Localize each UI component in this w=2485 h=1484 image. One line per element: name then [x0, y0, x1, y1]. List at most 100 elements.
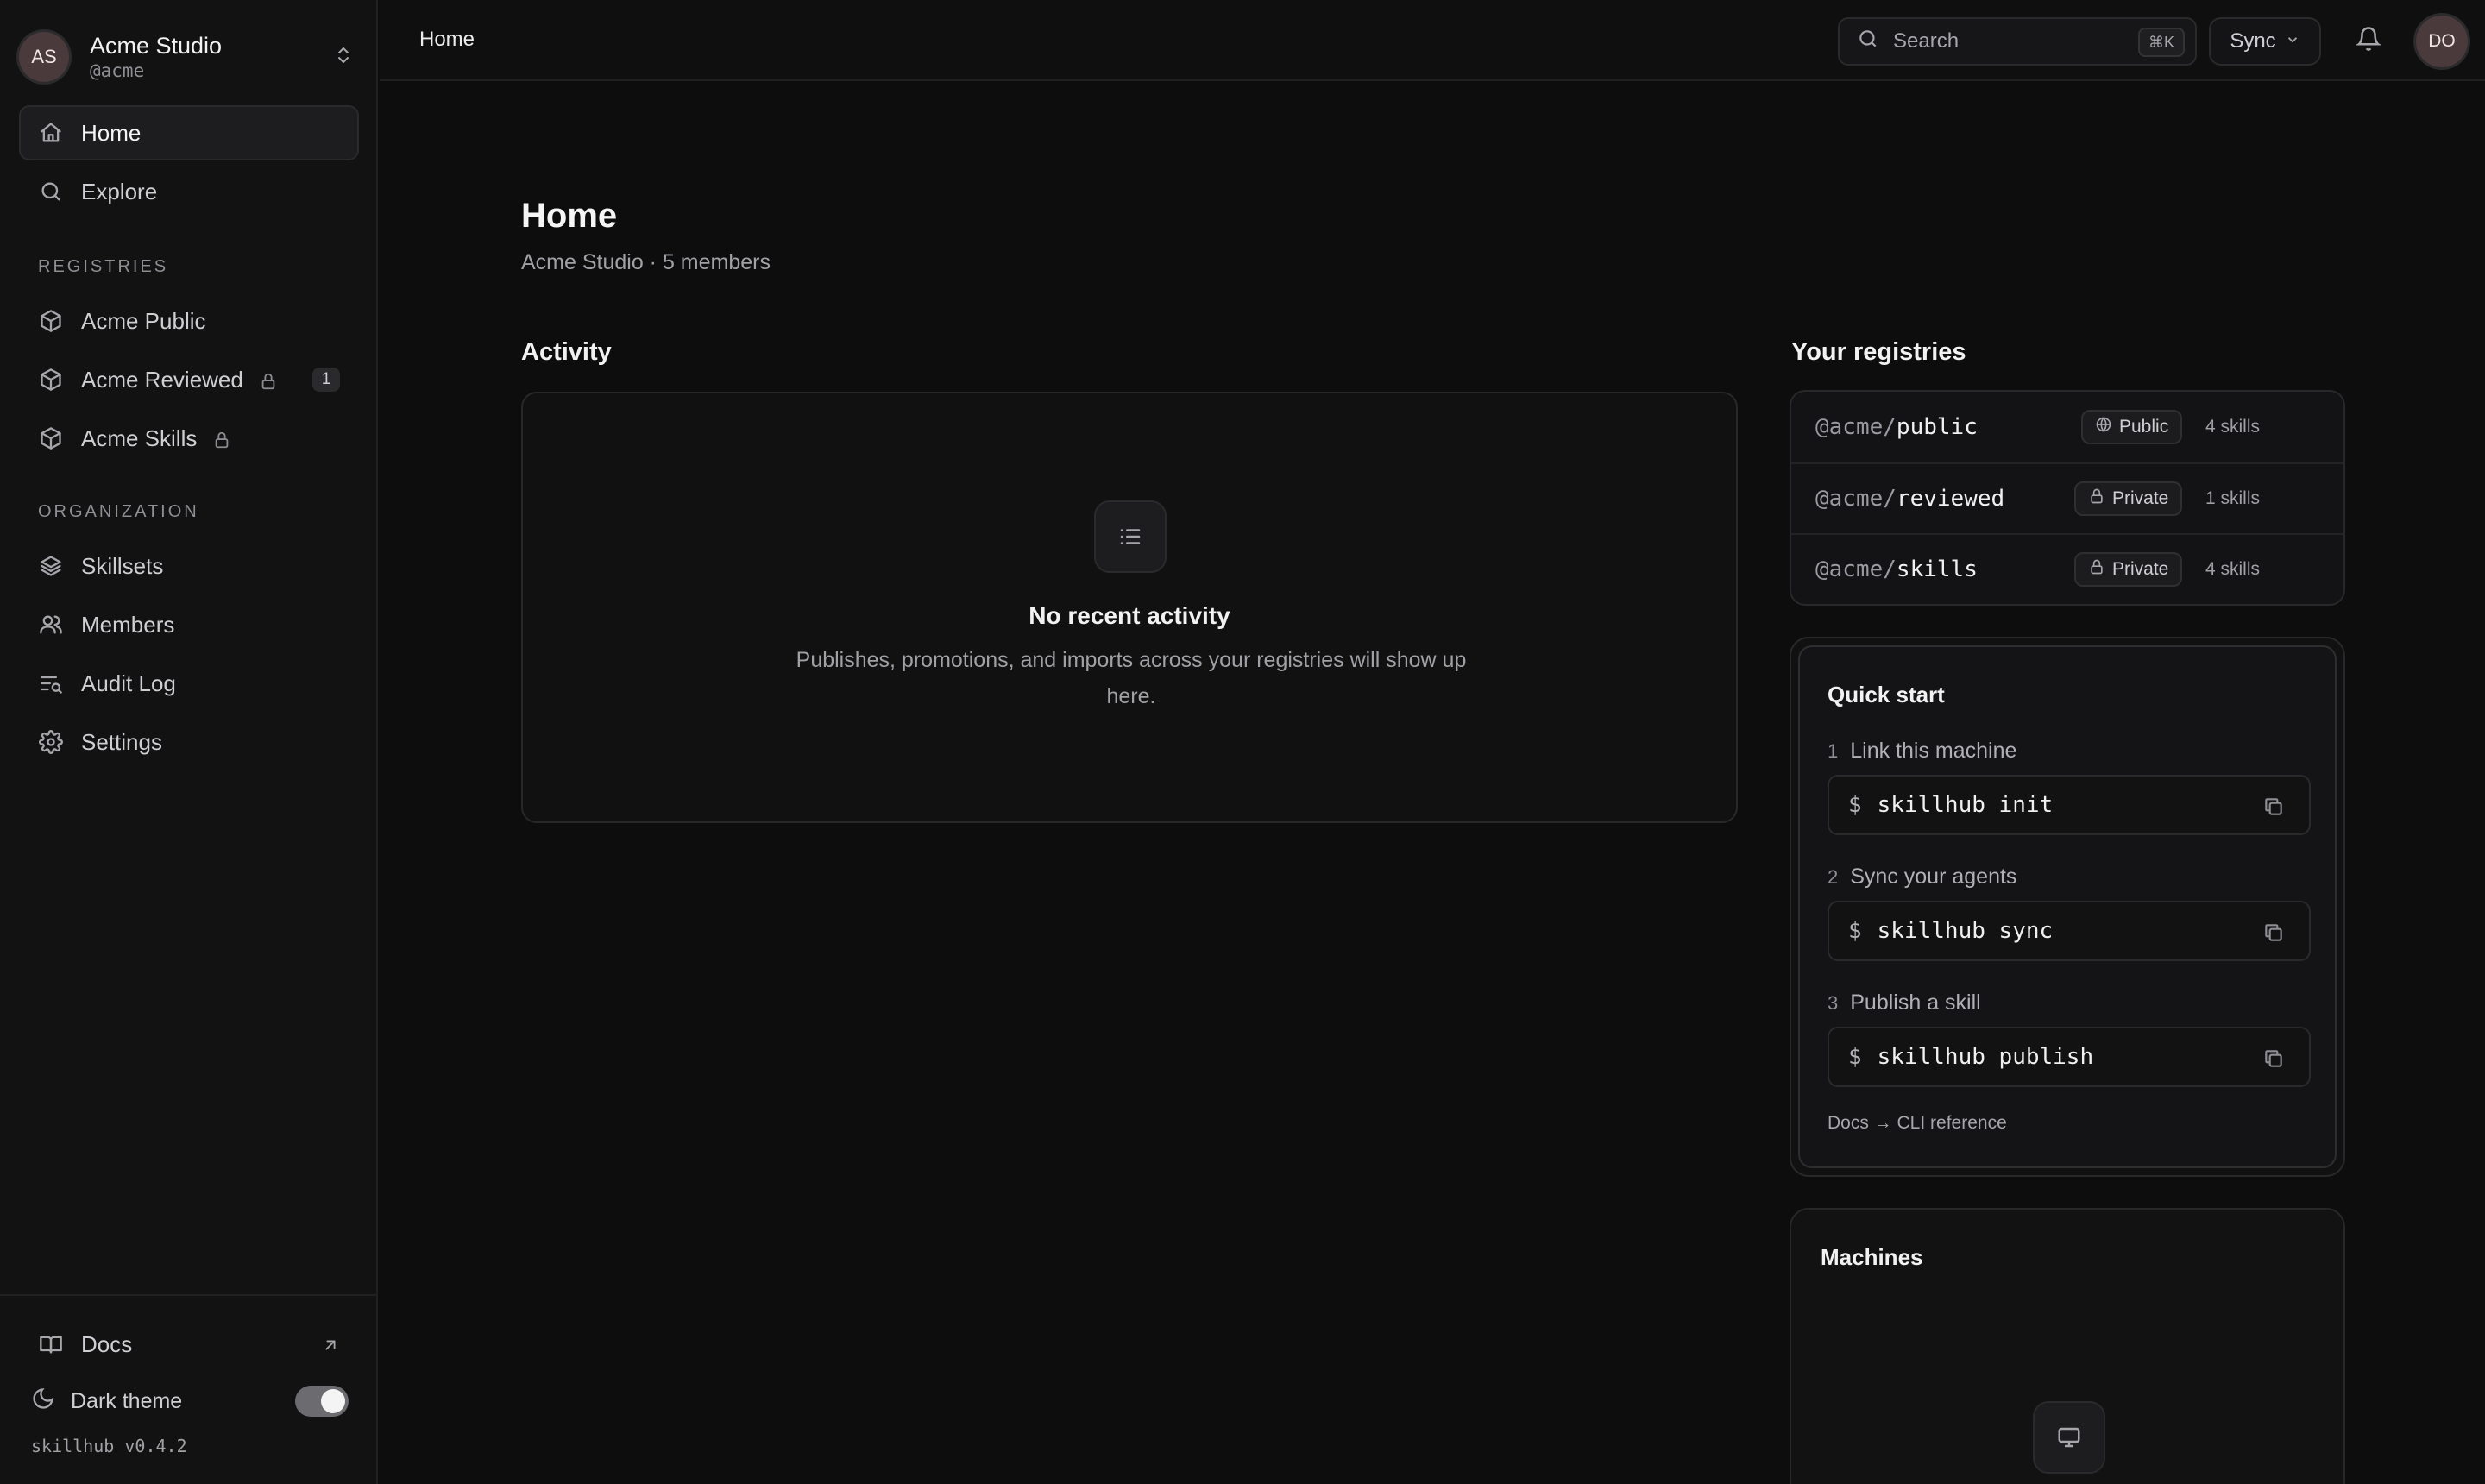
- sidebar: AS Acme Studio @acme Home Explore REGIST…: [0, 0, 378, 1484]
- breadcrumb[interactable]: Home: [419, 28, 475, 52]
- lock-icon: [2088, 558, 2112, 581]
- chevron-up-down-icon: [333, 43, 357, 71]
- sidebar-item-label: Settings: [81, 728, 162, 755]
- registry-row[interactable]: @acme/reviewed Private 1 skills: [1791, 462, 2343, 533]
- sidebar-item-audit-log[interactable]: Audit Log: [19, 656, 359, 711]
- sync-label: Sync: [2230, 29, 2276, 53]
- cube-icon: [38, 425, 64, 451]
- page-title: Home: [521, 197, 618, 235]
- page-subtitle: Acme Studio · 5 members: [521, 250, 771, 274]
- quick-start-step: 2 Sync your agents: [1828, 865, 2017, 889]
- sidebar-item-explore[interactable]: Explore: [19, 164, 359, 219]
- sidebar-item-label: Explore: [81, 178, 158, 204]
- sidebar-item-members[interactable]: Members: [19, 597, 359, 652]
- registries-section-label: REGISTRIES: [38, 257, 169, 276]
- app-version: skillhub v0.4.2: [31, 1436, 187, 1456]
- sidebar-item-home[interactable]: Home: [19, 105, 359, 160]
- registry-row[interactable]: @acme/public Public 4 skills: [1791, 392, 2343, 462]
- book-icon: [38, 1331, 64, 1357]
- dark-theme-toggle[interactable]: [295, 1386, 349, 1417]
- toggle-knob: [321, 1389, 345, 1413]
- org-handle: @acme: [90, 60, 145, 81]
- dark-theme-label: Dark theme: [71, 1388, 183, 1413]
- moon-icon: [31, 1387, 71, 1417]
- registry-name: @acme/reviewed: [1815, 486, 2005, 512]
- keyboard-shortcut: ⌘K: [2137, 28, 2185, 57]
- machines-card: Machines: [1790, 1208, 2345, 1484]
- empty-state-title: No recent activity: [1029, 602, 1230, 629]
- quick-start-inner: Quick start 1 Link this machine $ skillhub…: [1798, 645, 2337, 1168]
- registry-row[interactable]: @acme/skills Private 4 skills: [1791, 533, 2343, 604]
- registry-name: @acme/skills: [1815, 556, 1978, 582]
- sidebar-item-label: Acme Skills: [81, 424, 198, 451]
- search-icon: [1857, 28, 1893, 56]
- copy-icon[interactable]: [2262, 1047, 2285, 1070]
- activity-card: No recent activity Publishes, promotions…: [521, 392, 1738, 823]
- sidebar-item-docs[interactable]: Docs: [19, 1317, 359, 1372]
- skill-count: 4 skills: [2205, 559, 2261, 579]
- cube-icon: [38, 367, 64, 393]
- sidebar-item-label: Acme Reviewed: [81, 366, 243, 393]
- search-placeholder: Search: [1893, 29, 1960, 53]
- audit-log-icon: [38, 670, 64, 696]
- quick-start-card: Quick start 1 Link this machine $ skillhub…: [1790, 637, 2345, 1177]
- command-text: skillhub sync: [1877, 918, 2054, 944]
- registry-name: @acme/public: [1815, 414, 1978, 440]
- external-link-icon: [321, 1334, 340, 1353]
- sidebar-item-acme-reviewed[interactable]: Acme Reviewed 1: [19, 352, 359, 407]
- layers-icon: [38, 553, 64, 579]
- sidebar-item-label: Home: [81, 119, 142, 146]
- command-text: skillhub publish: [1877, 1044, 2094, 1070]
- quick-start-step: 3 Publish a skill: [1828, 990, 1981, 1015]
- command-block[interactable]: $ skillhub publish: [1828, 1027, 2311, 1087]
- visibility-badge: Private: [2074, 481, 2183, 516]
- gear-icon: [38, 729, 64, 755]
- sidebar-item-label: Docs: [81, 1330, 133, 1357]
- sidebar-item-settings[interactable]: Settings: [19, 714, 359, 770]
- quick-start-title: Quick start: [1828, 682, 1945, 707]
- search-input[interactable]: Search ⌘K: [1838, 17, 2197, 66]
- sidebar-item-skillsets[interactable]: Skillsets: [19, 538, 359, 594]
- list-icon: [1094, 500, 1167, 573]
- sidebar-item-label: Acme Public: [81, 307, 206, 334]
- machines-title: Machines: [1821, 1244, 1923, 1270]
- chevron-down-icon: [2276, 29, 2300, 53]
- visibility-badge: Public: [2081, 410, 2183, 444]
- users-icon: [38, 612, 64, 638]
- user-avatar[interactable]: DO: [2416, 16, 2468, 67]
- copy-icon[interactable]: [2262, 795, 2285, 818]
- registries-card: @acme/public Public 4 skills @acme/revie…: [1790, 390, 2345, 606]
- lock-icon: [212, 429, 231, 449]
- home-icon: [38, 120, 64, 146]
- monitor-icon: [2033, 1401, 2105, 1474]
- sidebar-item-acme-skills[interactable]: Acme Skills: [19, 411, 359, 466]
- sidebar-item-label: Audit Log: [81, 670, 176, 696]
- lock-icon: [2088, 487, 2112, 510]
- search-icon: [38, 179, 64, 204]
- divider: [0, 1294, 378, 1296]
- quick-start-step: 1 Link this machine: [1828, 739, 2017, 763]
- dark-theme-row: Dark theme: [31, 1380, 349, 1422]
- command-text: skillhub init: [1877, 792, 2054, 818]
- bell-icon[interactable]: [2355, 26, 2383, 55]
- command-block[interactable]: $ skillhub init: [1828, 775, 2311, 835]
- count-badge: 1: [312, 368, 340, 392]
- empty-state-description: Publishes, promotions, and imports acros…: [796, 648, 1467, 708]
- skill-count: 1 skills: [2205, 488, 2261, 508]
- org-switcher[interactable]: AS Acme Studio @acme: [19, 24, 357, 90]
- org-avatar: AS: [19, 32, 69, 82]
- cube-icon: [38, 308, 64, 334]
- sidebar-item-label: Skillsets: [81, 552, 164, 579]
- visibility-badge: Private: [2074, 552, 2183, 587]
- organization-section-label: ORGANIZATION: [38, 502, 199, 521]
- activity-heading: Activity: [521, 338, 612, 366]
- topbar: Home Search ⌘K Sync DO: [380, 0, 2485, 81]
- sync-button[interactable]: Sync: [2209, 17, 2321, 66]
- copy-icon[interactable]: [2262, 921, 2285, 944]
- docs-cli-reference-link[interactable]: Docs → CLI reference: [1828, 1113, 2007, 1134]
- globe-icon: [2095, 416, 2119, 438]
- skill-count: 4 skills: [2205, 417, 2261, 437]
- sidebar-item-acme-public[interactable]: Acme Public: [19, 293, 359, 349]
- command-block[interactable]: $ skillhub sync: [1828, 901, 2311, 961]
- lock-icon: [259, 370, 278, 390]
